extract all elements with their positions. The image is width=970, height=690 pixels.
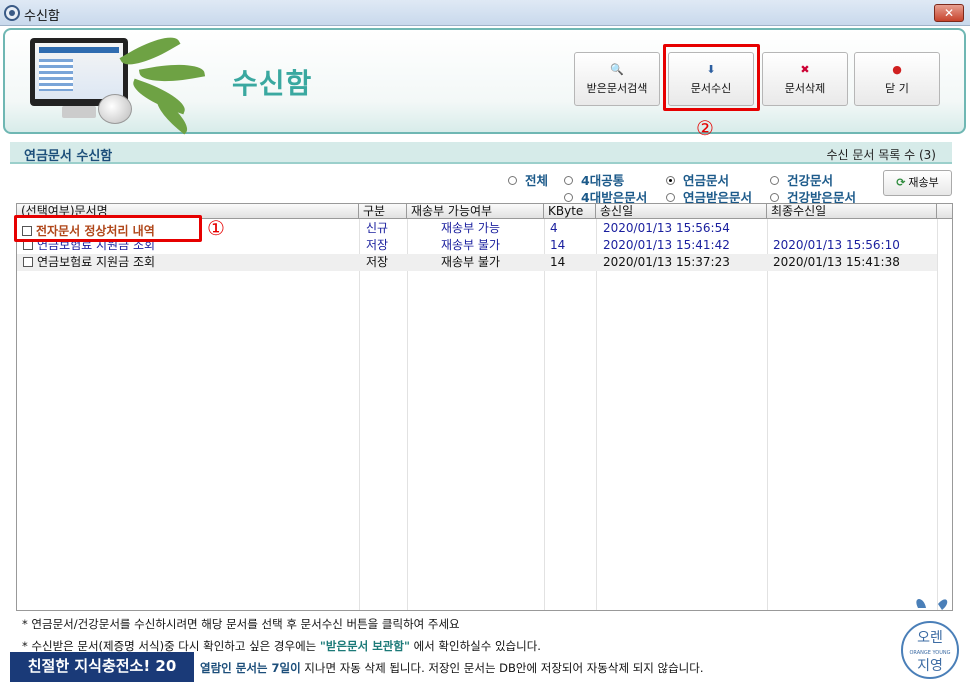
window-titlebar: 수신함 ✕	[0, 0, 970, 26]
resend-button[interactable]: ⟳ 재송부	[883, 170, 952, 196]
radio-icon	[770, 176, 779, 185]
orange-young-logo: 오렌 ORANGE YOUNG 지영	[901, 599, 959, 679]
row-kbyte: 14	[550, 255, 566, 269]
row-resend: 재송부 불가	[441, 238, 501, 252]
mouse-illustration	[98, 94, 132, 124]
window-title: 수신함	[24, 9, 60, 24]
stop-icon: ●	[892, 63, 902, 76]
delete-documents-label: 문서삭제	[784, 82, 826, 95]
row-type: 신규	[366, 221, 389, 235]
delete-documents-button[interactable]: ✖ 문서삭제	[762, 52, 848, 106]
highlight-row-label: 전자문서 정상처리 내역	[36, 224, 155, 238]
row-last: 2020/01/13 15:56:10	[773, 238, 900, 252]
callout-two: ②	[696, 116, 714, 140]
row-checkbox[interactable]	[22, 226, 32, 236]
radio-icon	[564, 193, 573, 202]
column-header-resend[interactable]: 재송부 가능여부	[407, 204, 544, 219]
column-header-kbyte[interactable]: KByte	[544, 204, 596, 219]
row-sent: 2020/01/13 15:41:42	[603, 238, 730, 252]
close-label: 닫 기	[885, 82, 909, 95]
app-gear-icon	[4, 5, 20, 21]
magnifier-doc-icon: 🔍	[610, 63, 624, 76]
column-header-last-received[interactable]: 최종수신일	[767, 204, 937, 219]
svg-text:지영: 지영	[917, 658, 943, 674]
search-received-label: 받은문서검색	[586, 82, 648, 95]
note-auto-delete: 열람인 문서는 7일이 지나면 자동 삭제 됩니다. 저장인 문서는 DB안에 …	[200, 661, 704, 675]
radio-icon	[564, 176, 573, 185]
monitor-stand	[62, 106, 96, 118]
section-title: 연금문서 수신함	[24, 149, 113, 164]
note-receive: * 연금문서/건강문서를 수신하시려면 해당 문서를 선택 후 문서수신 버튼을…	[22, 617, 460, 631]
radio-icon	[508, 176, 517, 185]
highlight-first-row: 전자문서 정상처리 내역	[14, 215, 202, 242]
close-button[interactable]: ● 닫 기	[854, 52, 940, 106]
row-kbyte: 4	[550, 221, 558, 235]
radio-selected-icon	[666, 176, 675, 185]
table-row[interactable]: 연금보험료 지원금 조회 저장 재송부 불가 14 2020/01/13 15:…	[17, 254, 937, 271]
svg-text:ORANGE YOUNG: ORANGE YOUNG	[910, 650, 951, 656]
row-last: 2020/01/13 15:41:38	[773, 255, 900, 269]
row-type: 저장	[366, 238, 389, 252]
window-close-button[interactable]: ✕	[934, 4, 964, 22]
section-header: 연금문서 수신함 수신 문서 목록 수 (3)	[10, 142, 952, 164]
row-type: 저장	[366, 255, 389, 269]
column-header-sent[interactable]: 송신일	[596, 204, 767, 219]
page-title: 수신함	[232, 67, 313, 100]
row-resend: 재송부 가능	[441, 221, 501, 235]
svg-text:오렌: 오렌	[917, 630, 943, 646]
row-resend: 재송부 불가	[441, 255, 501, 269]
radio-icon	[666, 193, 675, 202]
column-header-type[interactable]: 구분	[359, 204, 407, 219]
delete-folder-icon: ✖	[800, 63, 810, 76]
row-checkbox[interactable]	[23, 257, 33, 267]
row-kbyte: 14	[550, 238, 566, 252]
filter-all[interactable]: 전체	[508, 170, 548, 189]
highlight-receive-button	[663, 44, 760, 111]
search-received-button[interactable]: 🔍 받은문서검색	[574, 52, 660, 106]
radio-icon	[770, 193, 779, 202]
watermark-banner: 친절한 지식충전소! 20	[10, 652, 194, 682]
document-count: 수신 문서 목록 수 (3)	[826, 148, 936, 162]
document-table: (선택여부)문서명 구분 재송부 가능여부 KByte 송신일 최종수신일 전자…	[16, 203, 953, 611]
row-sent: 2020/01/13 15:37:23	[603, 255, 730, 269]
callout-one: ①	[207, 216, 225, 240]
refresh-icon: ⟳	[896, 176, 906, 189]
row-sent: 2020/01/13 15:56:54	[603, 221, 730, 235]
